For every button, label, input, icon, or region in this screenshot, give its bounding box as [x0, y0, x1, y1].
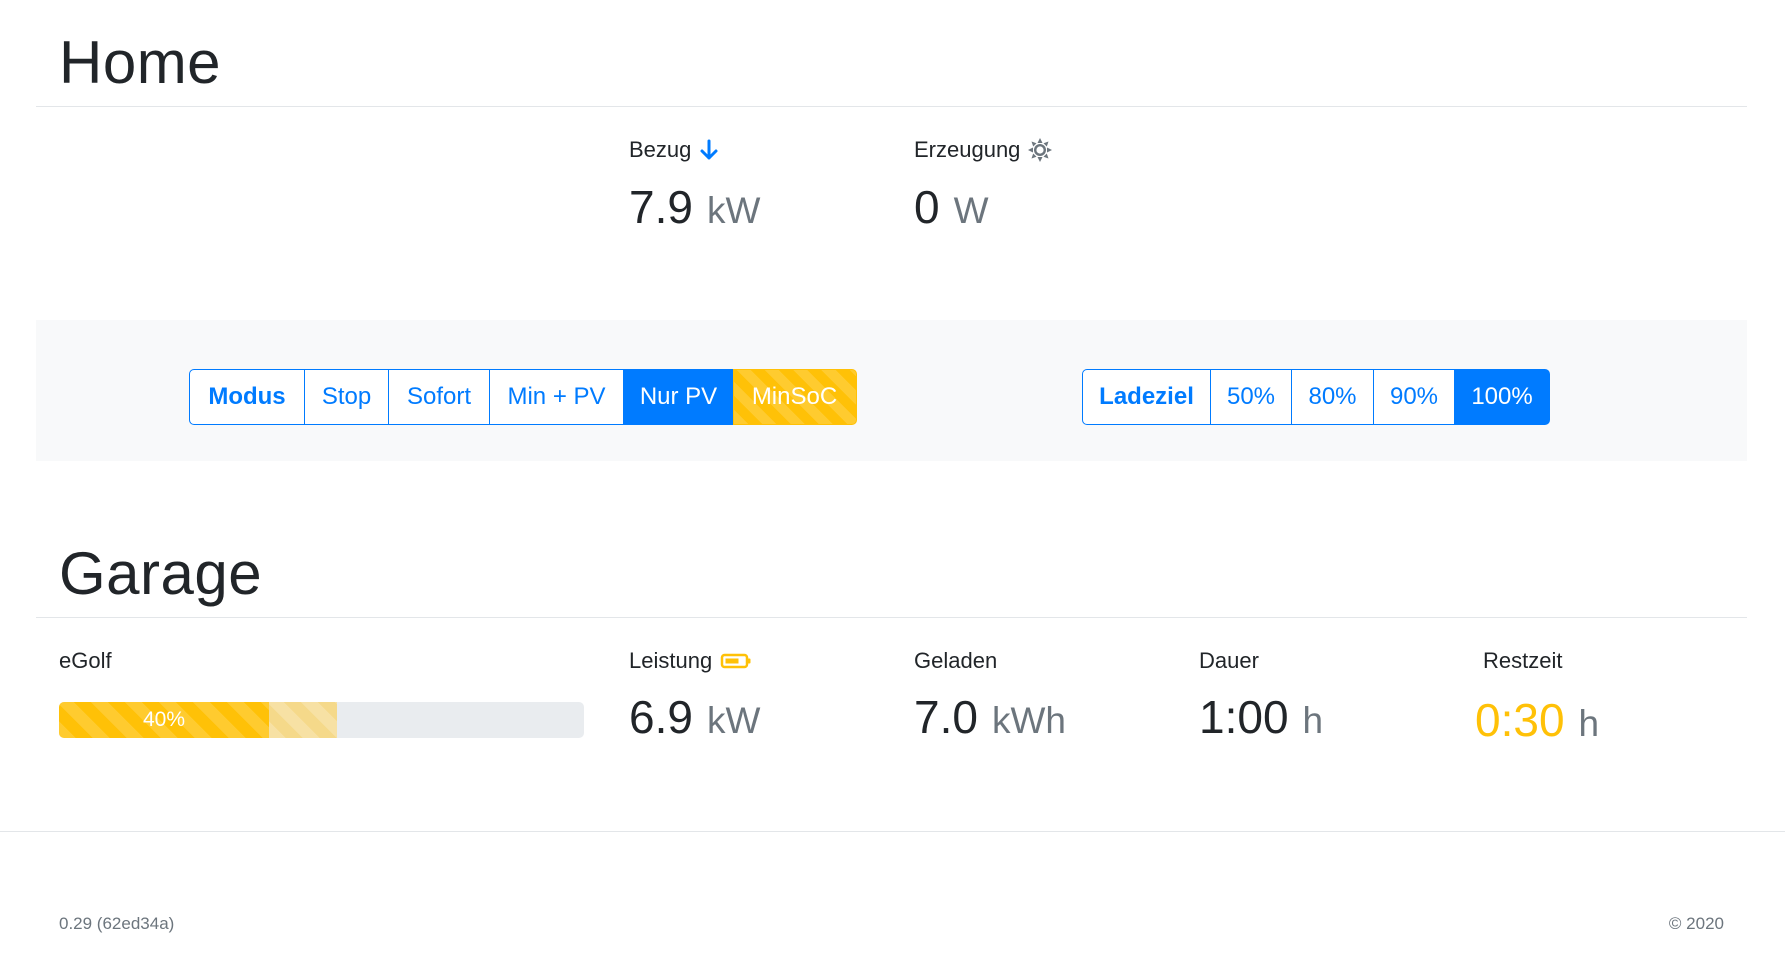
- bezug-number: 7.9: [629, 181, 693, 233]
- target-label: Ladeziel: [1082, 369, 1211, 425]
- evcc-page: Home Bezug 7.9 kW Erzeugung 0 W Modus St…: [0, 0, 1785, 977]
- restzeit-number: 0:30: [1475, 694, 1565, 746]
- battery-charging-icon: [720, 652, 752, 670]
- mode-label: Modus: [189, 369, 305, 425]
- version-text: 0.29 (62ed34a): [59, 914, 175, 933]
- restzeit-unit: h: [1578, 703, 1600, 744]
- erzeugung-label-text: Erzeugung: [914, 137, 1021, 162]
- dauer-unit: h: [1302, 700, 1324, 741]
- home-title: Home: [59, 29, 222, 96]
- mode-minsoc-indicator: MinSoC: [732, 369, 857, 425]
- soc-progress: 40%: [59, 702, 584, 738]
- bezug-unit: kW: [706, 190, 761, 231]
- mode-sofort-button[interactable]: Sofort: [388, 369, 490, 425]
- copyright-text: © 2020: [1668, 914, 1724, 933]
- mode-button-group: Modus Stop Sofort Min + PV Nur PV MinSoC: [189, 369, 857, 425]
- sun-icon: [1028, 138, 1053, 162]
- mode-min-pv-button[interactable]: Min + PV: [488, 369, 625, 425]
- geladen-number: 7.0: [914, 691, 978, 743]
- mode-nur-pv-button[interactable]: Nur PV: [623, 369, 734, 425]
- bezug-value: 7.9 kW: [629, 180, 760, 234]
- geladen-label: Geladen: [914, 648, 998, 673]
- erzeugung-label: Erzeugung: [914, 137, 1053, 163]
- dauer-value: 1:00 h: [1199, 690, 1323, 744]
- bezug-label: Bezug: [629, 137, 719, 163]
- garage-divider: [36, 617, 1747, 618]
- erzeugung-value: 0 W: [914, 180, 989, 234]
- leistung-label: Leistung: [629, 648, 752, 674]
- garage-title: Garage: [59, 540, 263, 607]
- leistung-label-text: Leistung: [629, 648, 713, 673]
- geladen-unit: kWh: [991, 700, 1066, 741]
- geladen-value: 7.0 kWh: [914, 690, 1066, 744]
- mode-stop-button[interactable]: Stop: [303, 369, 390, 425]
- restzeit-label: Restzeit: [1483, 648, 1563, 673]
- leistung-unit: kW: [706, 700, 761, 741]
- target-50-button[interactable]: 50%: [1209, 369, 1293, 425]
- soc-label: 40%: [142, 708, 186, 731]
- erzeugung-unit: W: [953, 190, 989, 231]
- target-button-group: Ladeziel 50% 80% 90% 100%: [1082, 369, 1550, 425]
- target-80-button[interactable]: 80%: [1291, 369, 1374, 425]
- leistung-value: 6.9 kW: [629, 690, 760, 744]
- dauer-label: Dauer: [1199, 648, 1259, 673]
- bezug-label-text: Bezug: [629, 137, 692, 162]
- leistung-number: 6.9: [629, 691, 693, 743]
- vehicle-name: eGolf: [59, 648, 112, 673]
- home-divider: [36, 106, 1747, 107]
- soc-bar: 40%: [59, 702, 269, 738]
- dauer-number: 1:00: [1199, 691, 1289, 743]
- arrow-down-icon: [699, 139, 719, 161]
- restzeit-value: 0:30 h: [1475, 693, 1599, 747]
- footer-divider: [0, 831, 1785, 832]
- soc-target-bar: [269, 702, 337, 738]
- erzeugung-number: 0: [914, 181, 940, 233]
- target-90-button[interactable]: 90%: [1372, 369, 1456, 425]
- target-100-button[interactable]: 100%: [1454, 369, 1550, 425]
